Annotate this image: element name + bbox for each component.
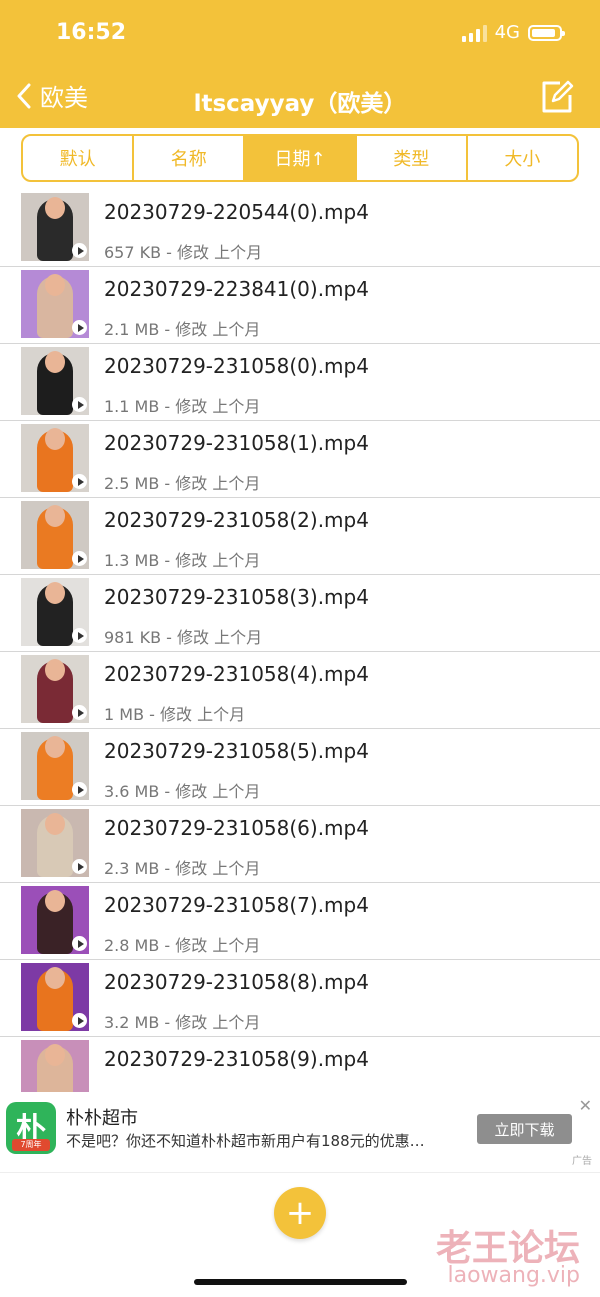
- play-icon: [72, 551, 87, 566]
- sort-segmented-control: 默认 名称 日期↑ 类型 大小: [21, 134, 579, 182]
- file-meta: 2.3 MB - 修改 上个月: [104, 859, 261, 878]
- file-meta: 2.5 MB - 修改 上个月: [104, 474, 261, 493]
- file-row[interactable]: 20230729-231058(7).mp4 2.8 MB - 修改 上个月: [0, 883, 600, 960]
- network-label: 4G: [494, 22, 520, 43]
- video-thumbnail: [21, 732, 89, 800]
- sort-tab-name[interactable]: 名称: [134, 136, 246, 180]
- video-thumbnail: [21, 193, 89, 261]
- play-icon: [72, 397, 87, 412]
- video-thumbnail: [21, 655, 89, 723]
- file-meta: 2.8 MB - 修改 上个月: [104, 936, 261, 955]
- status-time: 16:52: [56, 20, 127, 45]
- file-row[interactable]: 20230729-231058(0).mp4 1.1 MB - 修改 上个月: [0, 344, 600, 421]
- page-title: ltscayyay（欧美）: [193, 91, 407, 117]
- file-meta: 1 MB - 修改 上个月: [104, 705, 246, 724]
- play-icon: [72, 320, 87, 335]
- file-row[interactable]: 20230729-220544(0).mp4 657 KB - 修改 上个月: [0, 190, 600, 267]
- ad-download-button[interactable]: 立即下载: [477, 1114, 572, 1144]
- play-icon: [72, 859, 87, 874]
- edit-icon[interactable]: [540, 80, 574, 114]
- file-name: 20230729-231058(7).mp4: [104, 893, 369, 917]
- file-list: 20230729-220544(0).mp4 657 KB - 修改 上个月 2…: [0, 190, 600, 1114]
- file-name: 20230729-220544(0).mp4: [104, 200, 369, 224]
- video-thumbnail: [21, 424, 89, 492]
- ad-description: 不是吧？你还不知道朴朴超市新用户有188元的优惠…: [66, 1132, 425, 1150]
- play-icon: [72, 782, 87, 797]
- file-row[interactable]: 20230729-231058(5).mp4 3.6 MB - 修改 上个月: [0, 729, 600, 806]
- file-row[interactable]: 20230729-231058(3).mp4 981 KB - 修改 上个月: [0, 575, 600, 652]
- file-row[interactable]: 20230729-231058(2).mp4 1.3 MB - 修改 上个月: [0, 498, 600, 575]
- sort-tab-size[interactable]: 大小: [468, 136, 577, 180]
- file-name: 20230729-231058(0).mp4: [104, 354, 369, 378]
- file-name: 20230729-231058(1).mp4: [104, 431, 369, 455]
- file-name: 20230729-231058(2).mp4: [104, 508, 369, 532]
- play-icon: [72, 474, 87, 489]
- play-icon: [72, 243, 87, 258]
- file-row[interactable]: 20230729-231058(4).mp4 1 MB - 修改 上个月: [0, 652, 600, 729]
- play-icon: [72, 936, 87, 951]
- home-indicator[interactable]: [194, 1279, 407, 1285]
- sort-tab-date[interactable]: 日期↑: [245, 136, 357, 180]
- ad-app-logo: 朴 7周年: [6, 1102, 56, 1154]
- file-meta: 3.6 MB - 修改 上个月: [104, 782, 261, 801]
- video-thumbnail: [21, 347, 89, 415]
- file-meta: 3.2 MB - 修改 上个月: [104, 1013, 261, 1032]
- file-name: 20230729-231058(4).mp4: [104, 662, 369, 686]
- file-name: 20230729-231058(3).mp4: [104, 585, 369, 609]
- play-icon: [72, 1013, 87, 1028]
- ad-tag: 广告: [572, 1156, 592, 1167]
- file-name: 20230729-231058(6).mp4: [104, 816, 369, 840]
- ad-logo-badge: 7周年: [12, 1139, 50, 1151]
- file-row[interactable]: 20230729-223841(0).mp4 2.1 MB - 修改 上个月: [0, 267, 600, 344]
- file-row[interactable]: 20230729-231058(1).mp4 2.5 MB - 修改 上个月: [0, 421, 600, 498]
- file-meta: 981 KB - 修改 上个月: [104, 628, 263, 647]
- add-button[interactable]: +: [274, 1187, 326, 1239]
- file-row[interactable]: 20230729-231058(8).mp4 3.2 MB - 修改 上个月: [0, 960, 600, 1037]
- ad-title: 朴朴超市: [66, 1108, 138, 1129]
- video-thumbnail: [21, 501, 89, 569]
- close-icon[interactable]: ✕: [579, 1096, 592, 1115]
- file-meta: 1.3 MB - 修改 上个月: [104, 551, 261, 570]
- video-thumbnail: [21, 963, 89, 1031]
- video-thumbnail: [21, 270, 89, 338]
- file-name: 20230729-223841(0).mp4: [104, 277, 369, 301]
- watermark-url: laowang.vip: [447, 1263, 580, 1288]
- sort-tab-default[interactable]: 默认: [23, 136, 135, 180]
- video-thumbnail: [21, 809, 89, 877]
- play-icon: [72, 705, 87, 720]
- file-meta: 657 KB - 修改 上个月: [104, 243, 263, 262]
- video-thumbnail: [21, 578, 89, 646]
- file-name: 20230729-231058(8).mp4: [104, 970, 369, 994]
- file-meta: 1.1 MB - 修改 上个月: [104, 397, 261, 416]
- file-meta: 2.1 MB - 修改 上个月: [104, 320, 261, 339]
- play-icon: [72, 628, 87, 643]
- status-icons: 4G: [461, 22, 565, 43]
- sort-tab-type[interactable]: 类型: [357, 136, 468, 180]
- battery-icon: [528, 24, 565, 41]
- file-name: 20230729-231058(5).mp4: [104, 739, 369, 763]
- signal-icon: [461, 24, 487, 42]
- ad-banner[interactable]: 朴 7周年 朴朴超市 不是吧？你还不知道朴朴超市新用户有188元的优惠… 立即下…: [0, 1092, 600, 1172]
- file-row[interactable]: 20230729-231058(6).mp4 2.3 MB - 修改 上个月: [0, 806, 600, 883]
- app-header: 16:52 4G 欧美 ltscayyay（欧美）: [0, 0, 600, 128]
- bottom-bar: + 老王论坛 laowang.vip: [0, 1172, 600, 1297]
- file-name: 20230729-231058(9).mp4: [104, 1047, 369, 1071]
- video-thumbnail: [21, 886, 89, 954]
